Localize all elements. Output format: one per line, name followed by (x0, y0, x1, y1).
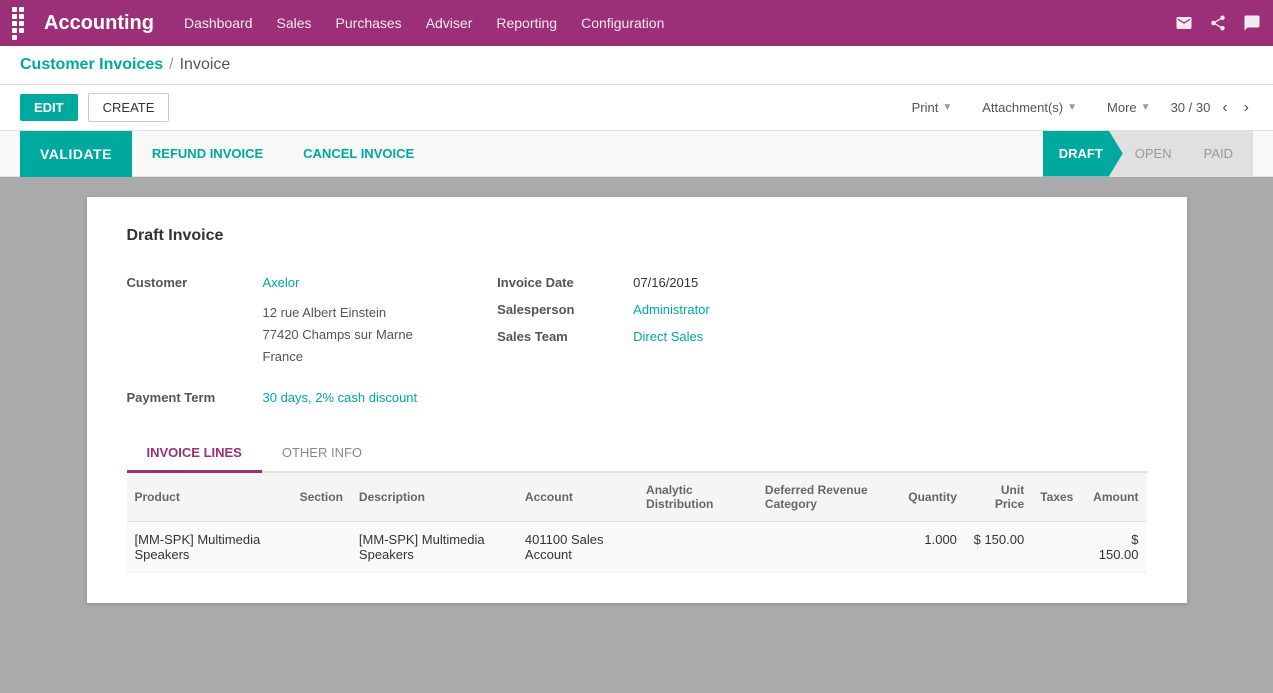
col-deferred: Deferred Revenue Category (757, 473, 900, 522)
payment-term-label: Payment Term (127, 390, 247, 405)
col-amount: Amount (1081, 473, 1146, 522)
customer-label: Customer (127, 275, 247, 290)
more-arrow-icon: ▼ (1141, 102, 1151, 113)
payment-term-value[interactable]: 30 days, 2% cash discount (263, 390, 418, 405)
cell-account: 401100 Sales Account (517, 522, 638, 573)
customer-field: Customer Axelor (127, 275, 418, 290)
nav-links: Dashboard Sales Purchases Adviser Report… (184, 15, 1175, 31)
status-draft: DRAFT (1043, 131, 1123, 177)
address-line3: France (263, 346, 418, 368)
cell-amount: $ 150.00 (1081, 522, 1146, 573)
col-unit-price: Unit Price (965, 473, 1032, 522)
address-block: 12 rue Albert Einstein 77420 Champs sur … (263, 302, 418, 368)
cell-product: [MM-SPK] Multimedia Speakers (127, 522, 292, 573)
nav-adviser[interactable]: Adviser (426, 15, 473, 31)
cell-description: [MM-SPK] Multimedia Speakers (351, 522, 517, 573)
cell-quantity: 1.000 (900, 522, 965, 573)
col-product: Product (127, 473, 292, 522)
top-navigation: Accounting Dashboard Sales Purchases Adv… (0, 0, 1273, 46)
brand-name: Accounting (44, 12, 154, 35)
breadcrumb: Customer Invoices / Invoice (0, 46, 1273, 85)
col-account: Account (517, 473, 638, 522)
invoice-date-field: Invoice Date 07/16/2015 (497, 275, 710, 290)
col-quantity: Quantity (900, 473, 965, 522)
nav-purchases[interactable]: Purchases (336, 15, 402, 31)
print-arrow-icon: ▼ (942, 102, 952, 113)
cell-unit-price: $ 150.00 (965, 522, 1032, 573)
cell-taxes (1032, 522, 1081, 573)
invoice-date-value: 07/16/2015 (633, 275, 698, 290)
action-bar: VALIDATE REFUND INVOICE CANCEL INVOICE D… (0, 131, 1273, 177)
salesperson-label: Salesperson (497, 302, 617, 317)
sales-team-label: Sales Team (497, 329, 617, 344)
chat-icon[interactable] (1243, 14, 1261, 32)
fields-right: Invoice Date 07/16/2015 Salesperson Admi… (497, 275, 710, 405)
salesperson-field: Salesperson Administrator (497, 302, 710, 317)
salesperson-value[interactable]: Administrator (633, 302, 710, 317)
cell-deferred (757, 522, 900, 573)
col-description: Description (351, 473, 517, 522)
breadcrumb-separator: / (169, 56, 173, 74)
nav-dashboard[interactable]: Dashboard (184, 15, 253, 31)
nav-sales[interactable]: Sales (277, 15, 312, 31)
nav-configuration[interactable]: Configuration (581, 15, 664, 31)
refund-invoice-button[interactable]: REFUND INVOICE (132, 131, 283, 177)
apps-grid-icon[interactable] (12, 7, 30, 40)
print-dropdown[interactable]: Print ▼ (902, 94, 963, 121)
col-section: Section (292, 473, 351, 522)
share-icon[interactable] (1209, 14, 1227, 32)
tabs-bar: INVOICE LINES OTHER INFO (127, 435, 1147, 473)
table-header-row: Product Section Description Account Anal… (127, 473, 1147, 522)
breadcrumb-current: Invoice (180, 56, 231, 74)
fields-left: Customer Axelor 12 rue Albert Einstein 7… (127, 275, 418, 405)
toolbar: EDIT CREATE Print ▼ Attachment(s) ▼ More… (0, 85, 1273, 131)
page-navigation: 30 / 30 ‹ › (1171, 97, 1253, 119)
payment-term-field: Payment Term 30 days, 2% cash discount (127, 390, 418, 405)
more-label: More (1107, 100, 1137, 115)
create-button[interactable]: CREATE (88, 93, 170, 122)
print-label: Print (912, 100, 939, 115)
prev-page-button[interactable]: ‹ (1218, 97, 1231, 119)
cell-analytic (638, 522, 757, 573)
attachments-label: Attachment(s) (982, 100, 1063, 115)
validate-button[interactable]: VALIDATE (20, 131, 132, 177)
customer-value[interactable]: Axelor (263, 275, 300, 290)
address-line2: 77420 Champs sur Marne (263, 324, 418, 346)
attachments-arrow-icon: ▼ (1067, 102, 1077, 113)
main-content: Draft Invoice Customer Axelor 12 rue Alb… (0, 177, 1273, 623)
fields-grid: Customer Axelor 12 rue Albert Einstein 7… (127, 275, 1147, 405)
nav-right-icons (1175, 14, 1261, 32)
tab-invoice-lines[interactable]: INVOICE LINES (127, 435, 262, 473)
status-bar: DRAFT OPEN PAID (1043, 131, 1253, 177)
col-taxes: Taxes (1032, 473, 1081, 522)
sales-team-value[interactable]: Direct Sales (633, 329, 703, 344)
page-info: 30 / 30 (1171, 100, 1211, 115)
edit-button[interactable]: EDIT (20, 94, 78, 121)
more-dropdown[interactable]: More ▼ (1097, 94, 1161, 121)
address-line1: 12 rue Albert Einstein (263, 302, 418, 324)
invoice-title: Draft Invoice (127, 227, 1147, 245)
breadcrumb-parent[interactable]: Customer Invoices (20, 56, 163, 74)
tab-other-info[interactable]: OTHER INFO (262, 435, 382, 473)
attachments-dropdown[interactable]: Attachment(s) ▼ (972, 94, 1087, 121)
nav-reporting[interactable]: Reporting (496, 15, 557, 31)
mail-icon[interactable] (1175, 14, 1193, 32)
sales-team-field: Sales Team Direct Sales (497, 329, 710, 344)
invoice-table: Product Section Description Account Anal… (127, 473, 1147, 573)
cell-section (292, 522, 351, 573)
invoice-card: Draft Invoice Customer Axelor 12 rue Alb… (87, 197, 1187, 603)
col-analytic: Analytic Distribution (638, 473, 757, 522)
invoice-date-label: Invoice Date (497, 275, 617, 290)
cancel-invoice-button[interactable]: CANCEL INVOICE (283, 131, 434, 177)
table-row[interactable]: [MM-SPK] Multimedia Speakers [MM-SPK] Mu… (127, 522, 1147, 573)
next-page-button[interactable]: › (1240, 97, 1253, 119)
